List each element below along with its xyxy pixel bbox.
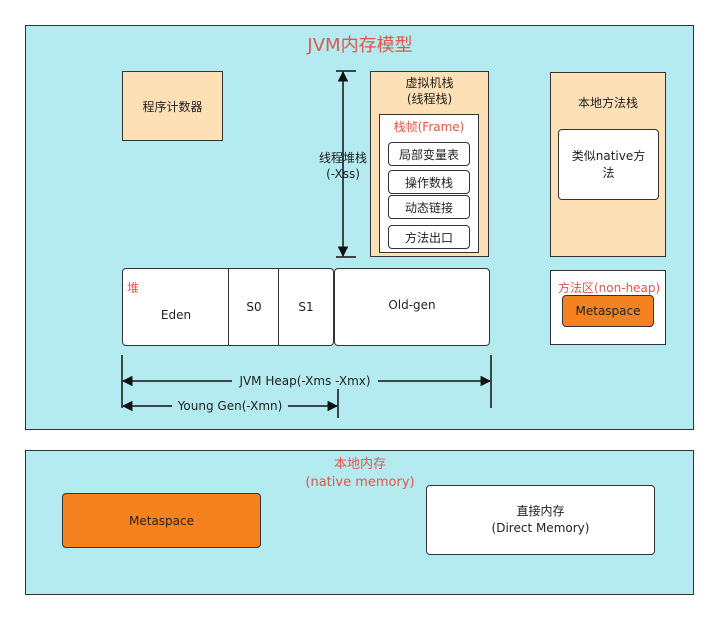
native-memory-title-line1: 本地内存 [333,457,386,472]
native-metaspace-box: Metaspace [62,493,261,548]
jvm-heap-label: JVM Heap(-Xms -Xmx) [232,373,378,389]
native-memory-title-line2: (native memory) [305,475,415,490]
direct-memory-box: 直接内存 (Direct Memory) [426,485,655,555]
direct-memory-line1: 直接内存 [516,504,565,518]
direct-memory-line2: (Direct Memory) [491,521,590,535]
young-gen-label: Young Gen(-Xmn) [172,398,288,414]
